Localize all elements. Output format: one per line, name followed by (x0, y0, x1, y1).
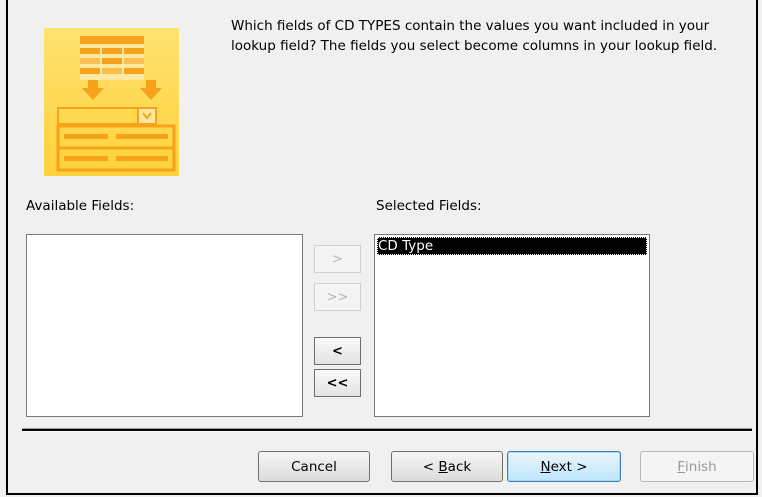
available-fields-list[interactable] (26, 234, 303, 417)
finish-button-rest: inish (685, 458, 717, 475)
wizard-instruction-text: Which fields of CD TYPES contain the val… (231, 18, 718, 54)
available-fields-label: Available Fields: (26, 198, 135, 214)
next-button[interactable]: Next > (507, 451, 621, 482)
selected-fields-list[interactable]: CD Type (374, 234, 650, 417)
footer-divider (22, 428, 752, 432)
field-list-item[interactable]: CD Type (377, 237, 647, 255)
remove-all-fields-button[interactable]: << (314, 369, 361, 397)
cancel-button[interactable]: Cancel (258, 451, 370, 482)
finish-button-mnemonic: F (677, 458, 686, 475)
finish-button[interactable]: Finish (640, 451, 754, 482)
back-button-mnemonic: B (438, 458, 448, 475)
lookup-wizard-illustration (44, 28, 179, 176)
next-button-rest: ext > (550, 458, 588, 475)
next-button-mnemonic: N (540, 458, 551, 475)
selected-fields-label: Selected Fields: (376, 198, 482, 214)
add-field-button[interactable]: > (314, 245, 361, 273)
add-all-fields-button[interactable]: >> (314, 283, 361, 311)
remove-field-button[interactable]: < (314, 337, 361, 365)
back-button-rest: ack (447, 458, 472, 475)
lookup-field-illustration-icon (56, 36, 176, 172)
back-button[interactable]: < Back (391, 451, 503, 482)
back-button-prefix: < (422, 458, 439, 475)
